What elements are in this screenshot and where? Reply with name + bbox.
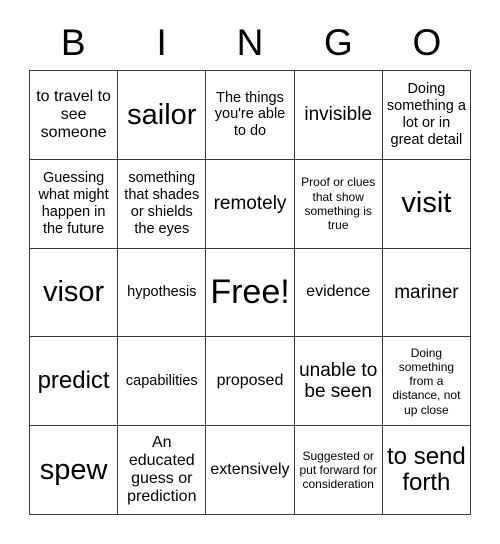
- bingo-cell-label: Proof or clues that show something is tr…: [301, 175, 376, 232]
- bingo-header-letter-g: G: [324, 21, 353, 63]
- bingo-cell-label: unable to be seen: [299, 359, 378, 403]
- bingo-cell[interactable]: An educated guess or prediction: [118, 426, 207, 515]
- bingo-cell-label: to send forth: [387, 442, 466, 497]
- bingo-cell-label: predict: [37, 367, 110, 395]
- bingo-cell-label: hypothesis: [127, 284, 197, 301]
- bingo-header-letter-o: O: [412, 21, 442, 63]
- bingo-cell[interactable]: capabilities: [118, 337, 207, 427]
- bingo-cell[interactable]: to send forth: [382, 426, 471, 515]
- bingo-cell-label: something that shades or shields the eye…: [124, 170, 200, 237]
- bingo-cell-label: sailor: [127, 98, 197, 131]
- bingo-cell[interactable]: invisible: [294, 71, 383, 160]
- bingo-cell[interactable]: evidence: [294, 248, 383, 338]
- bingo-cell-label: The things you're able to do: [214, 89, 286, 140]
- bingo-cell-label: remotely: [213, 192, 287, 214]
- bingo-cell[interactable]: Guessing what might happen in the future: [30, 159, 119, 249]
- bingo-cell[interactable]: something that shades or shields the eye…: [118, 159, 207, 249]
- bingo-header-letter-n: N: [236, 21, 264, 63]
- bingo-cell-label: Doing something a lot or in great detail: [386, 81, 466, 148]
- bingo-cell-label: Doing something from a distance, not up …: [392, 345, 461, 417]
- bingo-header-row: B I N G O: [29, 14, 471, 70]
- bingo-cell-label: extensively: [210, 460, 290, 478]
- bingo-cell[interactable]: hypothesis: [118, 248, 207, 338]
- bingo-cell[interactable]: Suggested or put forward for considerati…: [294, 426, 383, 515]
- bingo-cell[interactable]: remotely: [206, 159, 295, 249]
- bingo-cell-label: spew: [39, 453, 108, 486]
- bingo-cell-label: visor: [42, 276, 105, 309]
- bingo-cell-label: visit: [401, 187, 452, 220]
- bingo-card: B I N G O to travel to see someone sailor…: [0, 0, 500, 544]
- bingo-cell-label: capabilities: [125, 372, 198, 389]
- bingo-cell-label: to travel to see someone: [36, 87, 111, 142]
- bingo-cell[interactable]: predict: [30, 337, 119, 427]
- bingo-cell[interactable]: Doing something a lot or in great detail: [382, 71, 471, 160]
- bingo-cell[interactable]: Proof or clues that show something is tr…: [294, 159, 383, 249]
- bingo-cell[interactable]: Doing something from a distance, not up …: [382, 337, 471, 427]
- bingo-header-letter-i: I: [156, 21, 167, 63]
- bingo-cell-label: Suggested or put forward for considerati…: [299, 448, 377, 492]
- bingo-cell[interactable]: extensively: [206, 426, 295, 515]
- bingo-cell[interactable]: spew: [30, 426, 119, 515]
- bingo-cell[interactable]: mariner: [382, 248, 471, 338]
- bingo-cell[interactable]: visor: [30, 248, 119, 338]
- bingo-cell-label: invisible: [304, 104, 372, 126]
- bingo-cell[interactable]: sailor: [118, 71, 207, 160]
- bingo-cell-label: Guessing what might happen in the future: [38, 170, 109, 237]
- bingo-grid: to travel to see someone sailor The things…: [29, 70, 471, 515]
- bingo-header-letter-b: B: [60, 21, 86, 63]
- bingo-cell[interactable]: proposed: [206, 337, 295, 427]
- bingo-cell[interactable]: to travel to see someone: [30, 71, 119, 160]
- bingo-cell-label: Free!: [210, 273, 290, 312]
- bingo-cell[interactable]: The things you're able to do: [206, 71, 295, 160]
- bingo-cell-label: An educated guess or prediction: [127, 433, 197, 506]
- bingo-free-space-cell[interactable]: Free!: [206, 248, 295, 338]
- bingo-cell-label: evidence: [306, 283, 371, 301]
- bingo-cell-label: mariner: [394, 281, 459, 303]
- bingo-cell[interactable]: visit: [382, 159, 471, 249]
- bingo-cell[interactable]: unable to be seen: [294, 337, 383, 427]
- bingo-cell-label: proposed: [216, 372, 284, 390]
